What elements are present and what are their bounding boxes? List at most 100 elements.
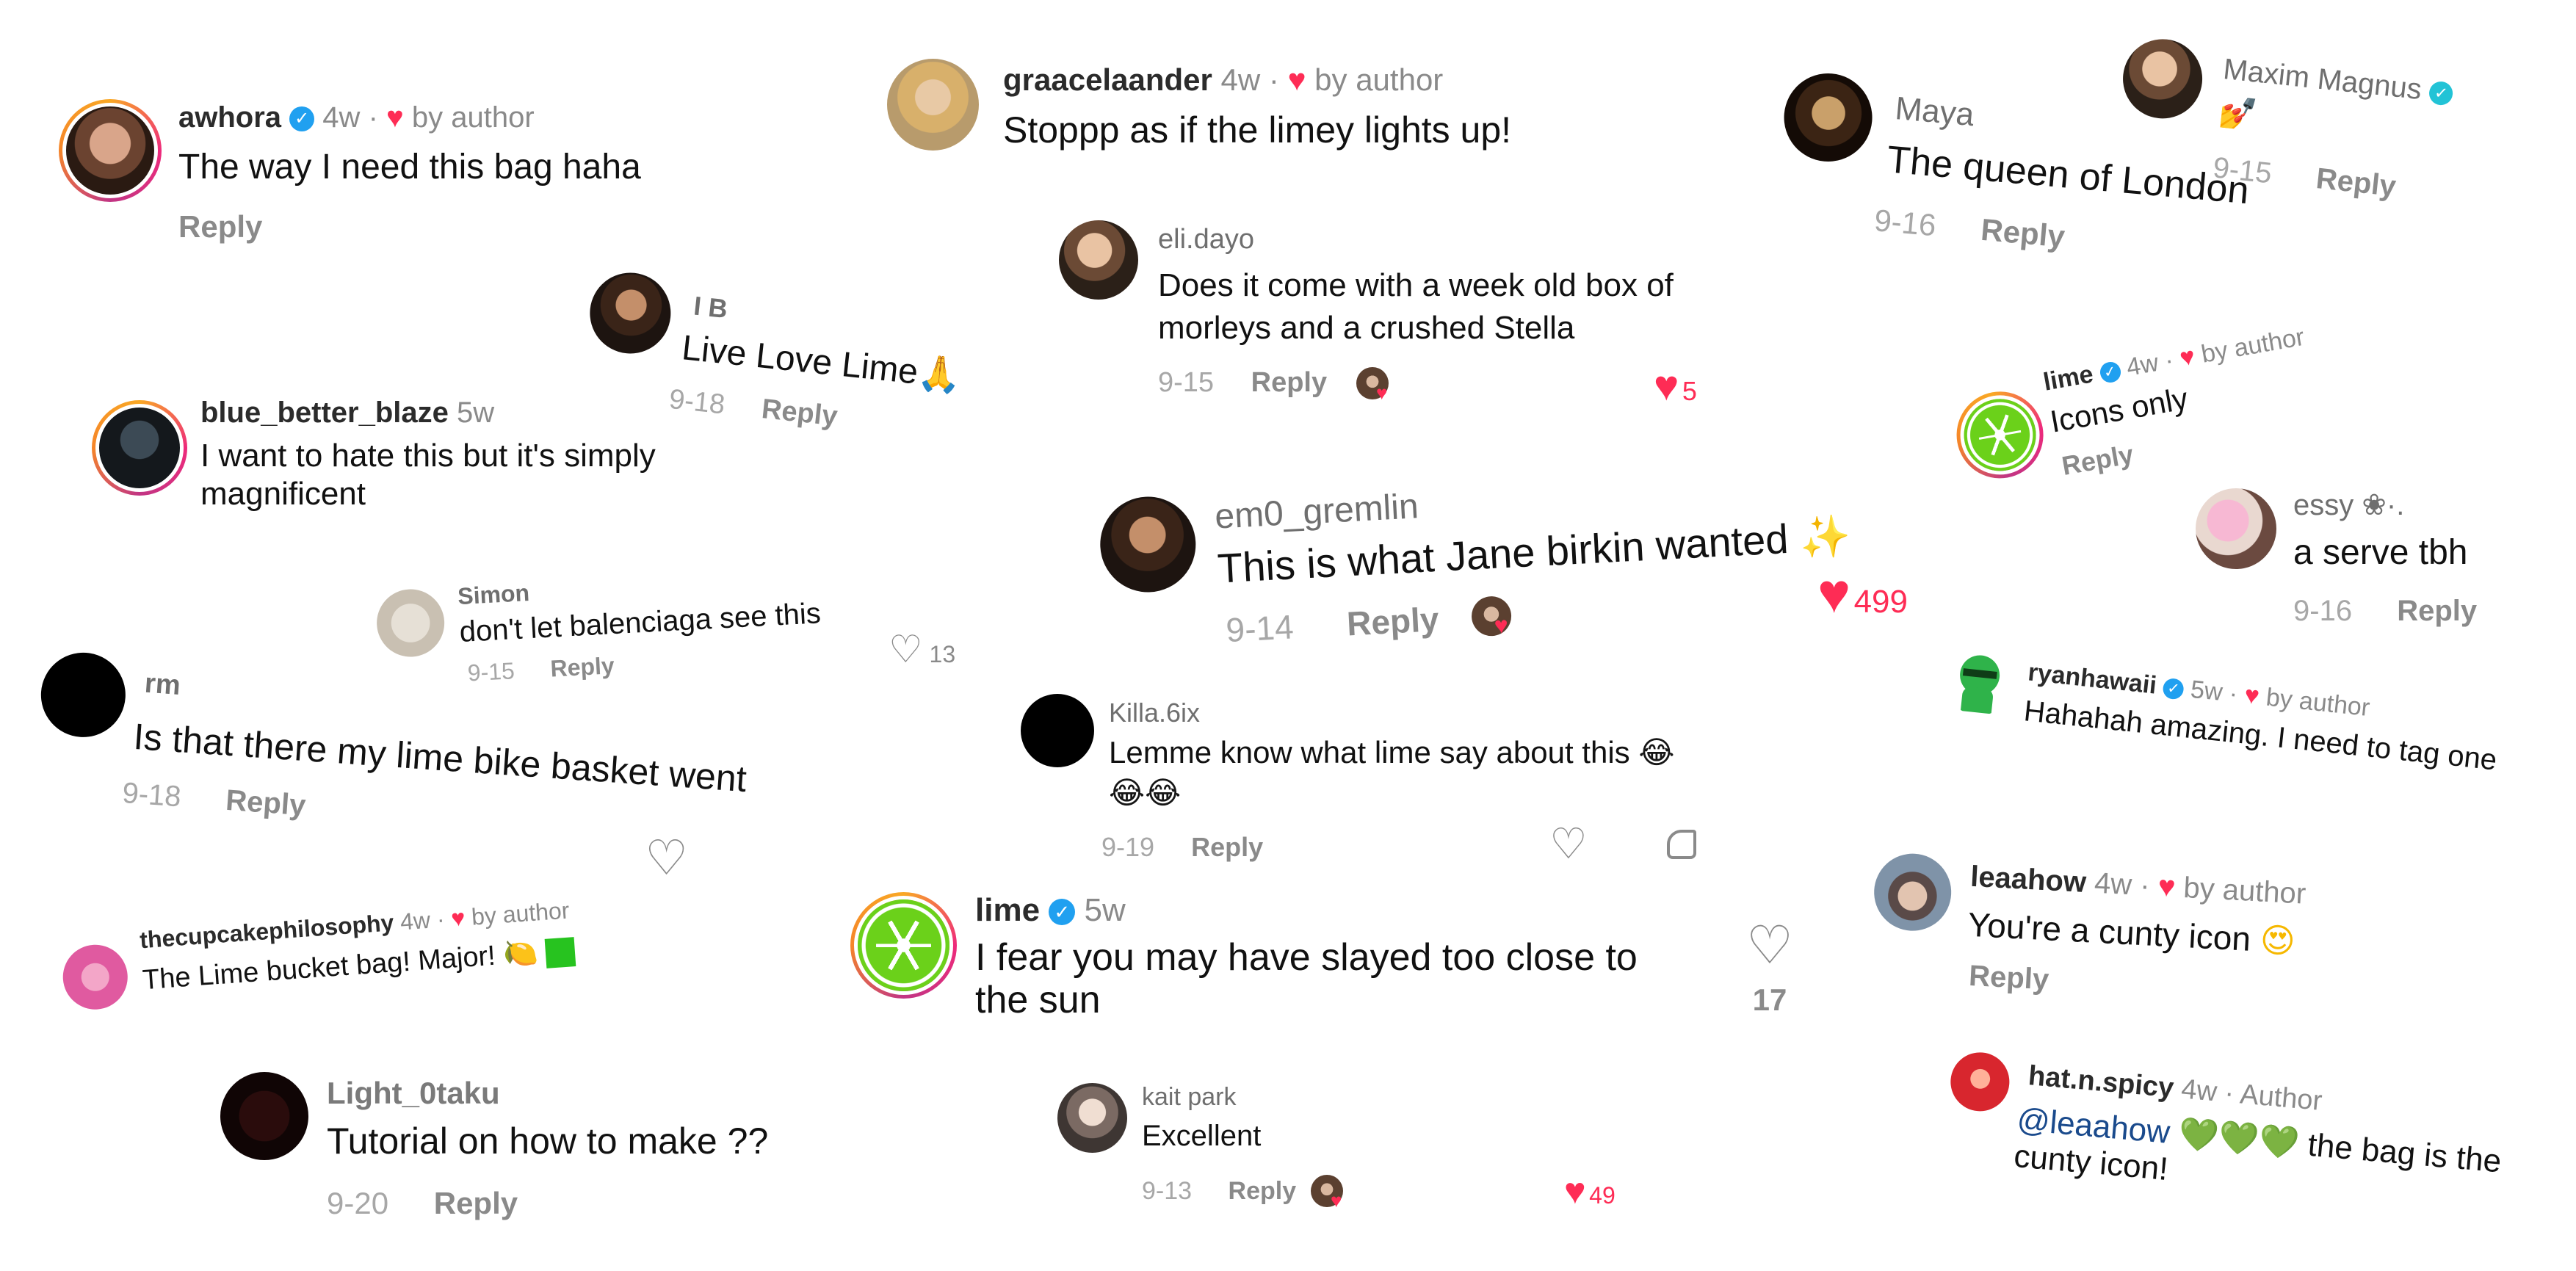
avatar[interactable] xyxy=(850,892,957,999)
comment-date: 9-15 xyxy=(1158,367,1215,398)
username[interactable]: hat.n.spicy xyxy=(2027,1060,2175,1104)
comment-text: a serve tbh xyxy=(2293,533,2468,572)
username[interactable]: ryanhawaii xyxy=(2027,658,2158,699)
username[interactable]: Simon xyxy=(457,579,530,610)
lime-logo-icon xyxy=(858,899,949,991)
lime-logo-icon xyxy=(1958,393,2042,477)
comment-ryanhawaii: ryanhawaii ✓ 5w · ♥ by author Hahahah am… xyxy=(1938,646,2548,819)
comment-age: 4w xyxy=(2124,348,2161,382)
separator: · xyxy=(435,905,446,933)
reply-button[interactable]: Reply xyxy=(1980,212,2066,254)
reply-button[interactable]: Reply xyxy=(2060,439,2136,482)
comment-text: Lemme know what lime say about this xyxy=(1109,735,1630,770)
verified-icon: ✓ xyxy=(1049,899,1076,926)
avatar[interactable] xyxy=(585,269,675,358)
avatar[interactable] xyxy=(37,650,129,740)
heart-icon: ♥ xyxy=(2177,342,2198,372)
like-heart-icon[interactable]: ♡ xyxy=(889,629,923,671)
like-heart-icon[interactable]: ♡ xyxy=(1549,819,1588,869)
username[interactable]: rm xyxy=(144,668,181,702)
avatar[interactable] xyxy=(1059,220,1138,300)
reply-button[interactable]: Reply xyxy=(1229,1177,1297,1205)
like-count: 49 xyxy=(1589,1182,1616,1209)
username[interactable]: Killa.6ix xyxy=(1109,698,1200,728)
avatar[interactable] xyxy=(220,1072,308,1160)
username[interactable]: I B xyxy=(692,291,729,325)
username[interactable]: kait park xyxy=(1142,1083,1237,1112)
separator: · xyxy=(2139,869,2151,902)
avatar[interactable] xyxy=(375,587,446,659)
avatar[interactable] xyxy=(1098,494,1198,595)
username[interactable]: graacelaander xyxy=(1003,62,1212,97)
avatar[interactable] xyxy=(1872,852,1953,933)
reply-button[interactable]: Reply xyxy=(2315,162,2398,203)
username[interactable]: lime xyxy=(2041,360,2096,396)
avatar[interactable] xyxy=(1948,1050,2012,1114)
username[interactable]: Light_0taku xyxy=(327,1076,500,1111)
avatar[interactable] xyxy=(1950,385,2050,485)
comment-date: 9-15 xyxy=(2211,151,2273,190)
comment-text: I fear you may have slayed too close to … xyxy=(975,936,1638,1021)
like-heart-icon[interactable]: ♥ xyxy=(1817,562,1850,625)
comment-thecupcakephilosophy: thecupcakephilosophy 4w · ♥ by author Th… xyxy=(59,877,653,1035)
separator: · xyxy=(1268,62,1279,97)
laughing-emoji-icon: 😂 xyxy=(1638,734,1675,770)
comment-date: 9-20 xyxy=(327,1186,389,1220)
reply-button[interactable]: Reply xyxy=(1968,960,2049,997)
avatar[interactable] xyxy=(1780,70,1876,166)
avatar[interactable] xyxy=(59,99,162,202)
username[interactable]: awhora xyxy=(178,101,281,134)
avatar[interactable] xyxy=(1021,694,1094,767)
reply-button[interactable]: Reply xyxy=(2397,595,2477,627)
comment-date: 9-19 xyxy=(1101,832,1155,862)
reply-button[interactable]: Reply xyxy=(1346,600,1440,642)
comment-date: 9-13 xyxy=(1142,1177,1193,1205)
heart-icon: ♥ xyxy=(2157,870,2177,904)
avatar[interactable] xyxy=(2196,488,2276,569)
comment-blue-better-blaze: blue_better_blaze 5w I want to hate this… xyxy=(92,396,826,529)
dislike-icon[interactable] xyxy=(1667,830,1696,859)
like-count: 13 xyxy=(929,641,956,667)
avatar[interactable] xyxy=(2119,35,2207,123)
avatar[interactable] xyxy=(1057,1083,1127,1153)
reply-button[interactable]: Reply xyxy=(1191,832,1263,862)
like-group-lime: ♡ 17 xyxy=(1740,916,1799,1018)
verified-icon: ✓ xyxy=(2098,360,2122,385)
by-author-label: by author xyxy=(470,897,571,930)
comment-age: 4w xyxy=(2179,1073,2218,1108)
reply-button[interactable]: Reply xyxy=(178,209,262,245)
lemon-icon: 🍋 xyxy=(502,935,539,971)
reply-button[interactable]: Reply xyxy=(550,652,615,682)
username[interactable]: thecupcakephilosophy xyxy=(139,909,394,953)
like-heart-icon[interactable]: ♥ xyxy=(1654,362,1679,410)
heart-icon: ♥ xyxy=(386,101,404,134)
username[interactable]: Maya xyxy=(1894,90,1975,134)
comment-age: 5w xyxy=(2189,675,2224,707)
like-group-em0: ♥ 499 xyxy=(1817,562,1908,626)
heart-icon: ♥ xyxy=(450,904,466,932)
like-heart-icon[interactable]: ♥ xyxy=(1564,1170,1586,1212)
comment-age: 4w xyxy=(322,101,361,134)
like-heart-icon[interactable]: ♡ xyxy=(645,830,688,886)
avatar[interactable] xyxy=(887,59,979,151)
comment-text: You're a cunty icon xyxy=(1967,905,2252,958)
separator: · xyxy=(2163,346,2176,375)
comment-age: 4w xyxy=(2093,866,2133,902)
reply-button[interactable]: Reply xyxy=(1251,367,1327,398)
avatar[interactable] xyxy=(1942,646,2016,719)
username[interactable]: blue_better_blaze xyxy=(200,396,449,429)
like-heart-icon[interactable]: ♡ xyxy=(1740,916,1799,975)
username[interactable]: essy ❀·. xyxy=(2293,488,2404,522)
username[interactable]: em0_gremlin xyxy=(1214,486,1419,537)
reply-button[interactable]: Reply xyxy=(434,1186,518,1220)
username[interactable]: lime xyxy=(975,892,1040,928)
reply-button[interactable]: Reply xyxy=(225,784,307,822)
by-author-label: by author xyxy=(2265,683,2372,723)
username[interactable]: leaahow xyxy=(1969,861,2087,899)
comment-killa-6ix: Killa.6ix Lemme know what lime say about… xyxy=(1021,694,1718,870)
verified-icon: ✓ xyxy=(289,106,315,132)
username[interactable]: eli.dayo xyxy=(1158,224,1254,256)
avatar[interactable] xyxy=(92,400,187,496)
avatar[interactable] xyxy=(60,942,130,1012)
nail-polish-icon: 💅 xyxy=(2217,93,2260,133)
